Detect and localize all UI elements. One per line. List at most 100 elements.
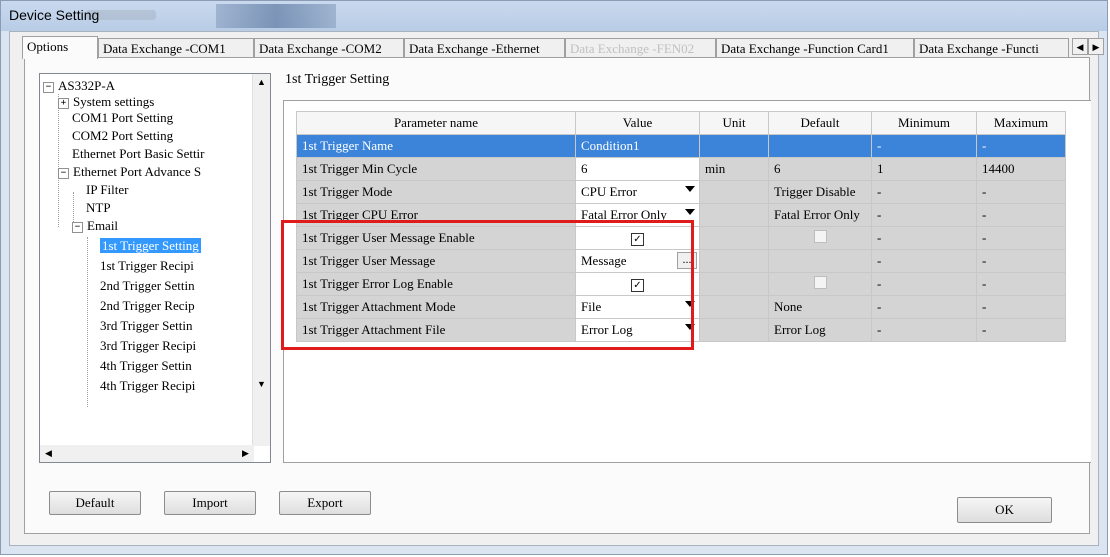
import-button[interactable]: Import	[164, 491, 256, 515]
tree-item-com2[interactable]: COM2 Port Setting	[72, 126, 173, 146]
tree-horizontal-scrollbar[interactable]: ◀ ▶	[40, 445, 254, 462]
tree-item-ethernet-advance[interactable]: − Ethernet Port Advance S	[58, 162, 201, 182]
dropdown-value: Fatal Error Only	[581, 207, 667, 222]
tree-item-3rd-trigger-setting[interactable]: 3rd Trigger Settin	[100, 316, 192, 336]
tree-item-4th-trigger-recipient[interactable]: 4th Trigger Recipi	[100, 376, 195, 396]
ok-button[interactable]: OK	[957, 497, 1052, 523]
tree-item-com1[interactable]: COM1 Port Setting	[72, 108, 173, 128]
tab-data-exchange-com2[interactable]: Data Exchange -COM2	[254, 38, 404, 58]
tree-item-label: COM2 Port Setting	[72, 128, 174, 143]
value-dropdown[interactable]: File	[575, 295, 700, 319]
tree-item-1st-trigger-setting[interactable]: 1st Trigger Setting	[100, 236, 201, 256]
tree-item-label: IP Filter	[86, 182, 129, 197]
checkbox-unchecked-icon	[813, 275, 827, 289]
checkbox-unchecked-icon	[813, 229, 827, 243]
tree-item-ethernet-basic[interactable]: Ethernet Port Basic Settir	[72, 144, 205, 164]
value-text-field[interactable]: Condition1	[575, 134, 700, 158]
scroll-left-icon[interactable]: ◀	[40, 445, 57, 462]
table-row[interactable]: 1st Trigger User Message Enable ✓ - -	[296, 226, 1066, 250]
checkbox-checked-icon[interactable]: ✓	[631, 279, 644, 292]
minimum-cell: -	[871, 249, 977, 273]
default-button[interactable]: Default	[49, 491, 141, 515]
value-dropdown[interactable]: Error Log	[575, 318, 700, 342]
dialog-client: Options Data Exchange -COM1 Data Exchang…	[9, 31, 1104, 546]
header-value[interactable]: Value	[575, 111, 700, 135]
table-row[interactable]: 1st Trigger Attachment Mode File None - …	[296, 295, 1066, 319]
dropdown-arrow-icon[interactable]	[685, 209, 695, 215]
field-value: Message	[581, 253, 627, 268]
tree-item-2nd-trigger-setting[interactable]: 2nd Trigger Settin	[100, 276, 195, 296]
ellipsis-button[interactable]: ...	[677, 252, 697, 269]
options-panel: − AS332P-A + System settings COM1 Port Set…	[24, 57, 1091, 534]
table-row[interactable]: 1st Trigger Min Cycle 6 min 6 1 14400	[296, 157, 1066, 181]
parameter-grid-container: Parameter name Value Unit Default Minimu…	[283, 100, 1091, 463]
maximum-cell: -	[976, 318, 1066, 342]
tree-item-ip-filter[interactable]: IP Filter	[86, 180, 129, 200]
default-checkbox-cell	[768, 226, 872, 250]
tab-scroll-left-icon[interactable]: ◀	[1072, 38, 1088, 55]
tab-scroll-right-icon[interactable]: ▶	[1088, 38, 1104, 55]
header-minimum[interactable]: Minimum	[871, 111, 977, 135]
table-row[interactable]: 1st Trigger Mode CPU Error Trigger Disab…	[296, 180, 1066, 204]
param-name-cell: 1st Trigger Name	[296, 134, 576, 158]
tab-data-exchange-com1[interactable]: Data Exchange -COM1	[98, 38, 254, 58]
tab-data-exchange-function-card2[interactable]: Data Exchange -Functi	[914, 38, 1069, 58]
maximum-cell: 14400	[976, 157, 1066, 181]
unit-cell	[699, 272, 769, 296]
collapse-icon[interactable]: −	[72, 221, 83, 233]
value-dropdown[interactable]: CPU Error	[575, 180, 700, 204]
value-text-field[interactable]: 6	[575, 157, 700, 181]
collapse-icon[interactable]: −	[43, 81, 54, 93]
value-dropdown[interactable]: Fatal Error Only	[575, 203, 700, 227]
tab-options[interactable]: Options	[22, 36, 98, 59]
header-unit[interactable]: Unit	[699, 111, 769, 135]
unit-cell	[699, 295, 769, 319]
checkbox-checked-icon[interactable]: ✓	[631, 233, 644, 246]
unit-cell	[699, 249, 769, 273]
tree-item-label: 3rd Trigger Settin	[100, 318, 193, 333]
param-name-cell: 1st Trigger CPU Error	[296, 203, 576, 227]
dropdown-arrow-icon[interactable]	[685, 186, 695, 192]
tree-item-3rd-trigger-recipient[interactable]: 3rd Trigger Recipi	[100, 336, 196, 356]
table-row[interactable]: 1st Trigger Name Condition1 - -	[296, 134, 1066, 158]
tree-item-ntp[interactable]: NTP	[86, 198, 111, 218]
param-name-cell: 1st Trigger User Message Enable	[296, 226, 576, 250]
minimum-cell: 1	[871, 157, 977, 181]
tree-item-email[interactable]: − Email	[72, 216, 118, 236]
value-checkbox-cell[interactable]: ✓	[575, 226, 700, 250]
tree-connector	[87, 237, 88, 407]
dropdown-arrow-icon[interactable]	[685, 324, 695, 330]
tree-item-label: 4th Trigger Settin	[100, 358, 192, 373]
scroll-right-icon[interactable]: ▶	[237, 445, 254, 462]
window-title: Device Setting	[9, 7, 100, 23]
default-cell: Error Log	[768, 318, 872, 342]
default-cell	[768, 249, 872, 273]
expand-icon[interactable]: +	[58, 97, 69, 109]
scroll-up-icon[interactable]: ▲	[253, 74, 270, 91]
minimum-cell: -	[871, 226, 977, 250]
export-button[interactable]: Export	[279, 491, 371, 515]
header-parameter-name[interactable]: Parameter name	[296, 111, 576, 135]
tree-item-2nd-trigger-recipient[interactable]: 2nd Trigger Recip	[100, 296, 195, 316]
value-checkbox-cell[interactable]: ✓	[575, 272, 700, 296]
dropdown-value: File	[581, 299, 602, 314]
scroll-down-icon[interactable]: ▼	[253, 376, 270, 393]
table-row[interactable]: 1st Trigger Attachment File Error Log Er…	[296, 318, 1066, 342]
value-text-field[interactable]: Message...	[575, 249, 700, 273]
header-default[interactable]: Default	[768, 111, 872, 135]
dropdown-arrow-icon[interactable]	[685, 301, 695, 307]
table-row[interactable]: 1st Trigger User Message Message... - -	[296, 249, 1066, 273]
tree-item-4th-trigger-setting[interactable]: 4th Trigger Settin	[100, 356, 192, 376]
tab-data-exchange-function-card1[interactable]: Data Exchange -Function Card1	[716, 38, 914, 58]
collapse-icon[interactable]: −	[58, 167, 69, 179]
tree-vertical-scrollbar[interactable]: ▲ ▼	[252, 74, 270, 446]
table-row[interactable]: 1st Trigger Error Log Enable ✓ - -	[296, 272, 1066, 296]
header-maximum[interactable]: Maximum	[976, 111, 1066, 135]
default-cell	[768, 134, 872, 158]
parameter-grid: Parameter name Value Unit Default Minimu…	[296, 111, 1066, 342]
tab-data-exchange-ethernet[interactable]: Data Exchange -Ethernet	[404, 38, 565, 58]
table-row[interactable]: 1st Trigger CPU Error Fatal Error Only F…	[296, 203, 1066, 227]
tree-item-1st-trigger-recipient[interactable]: 1st Trigger Recipi	[100, 256, 194, 276]
unit-cell	[699, 180, 769, 204]
tree-item-label: System settings	[73, 94, 155, 109]
